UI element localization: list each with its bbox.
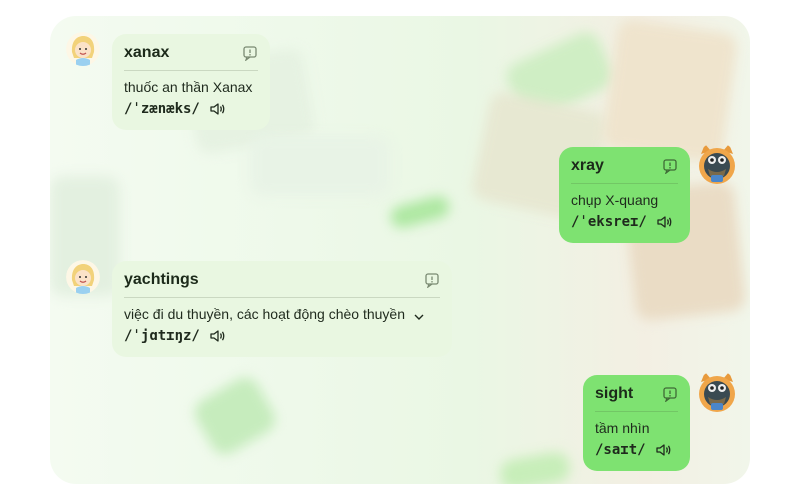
- vocab-meaning: chụp X-quang: [571, 192, 678, 208]
- vocab-meaning: việc đi du thuyền, các hoạt động chèo th…: [124, 306, 440, 322]
- cat-avatar-icon: [699, 144, 735, 184]
- phonetic-text: /ˈjɑtɪŋz/: [124, 328, 200, 344]
- message-header: sight: [595, 385, 678, 412]
- phonetic-row: /ˈzænæks/: [124, 101, 258, 117]
- vocab-word: sight: [595, 385, 634, 402]
- note-icon[interactable]: [662, 158, 678, 175]
- vocab-word: xanax: [124, 44, 170, 61]
- speaker-icon[interactable]: [210, 329, 226, 343]
- phonetic-row: /ˈjɑtɪŋz/: [124, 328, 440, 344]
- phonetic-row: /saɪt/: [595, 442, 678, 458]
- message-bubble[interactable]: sight tầm nhìn /saɪt/: [583, 375, 690, 471]
- speaker-icon[interactable]: [657, 215, 673, 229]
- vocab-meaning: tầm nhìn: [595, 420, 678, 436]
- phonetic-text: /ˈzænæks/: [124, 101, 200, 117]
- note-icon[interactable]: [662, 386, 678, 403]
- speaker-icon[interactable]: [210, 102, 226, 116]
- girl-avatar-icon: [66, 32, 100, 66]
- cat-avatar-icon: [699, 372, 735, 412]
- message-header: xanax: [124, 44, 258, 71]
- message-bubble[interactable]: xanax thuốc an thần Xanax /ˈzænæks/: [112, 34, 270, 130]
- background-blur-shape: [388, 193, 452, 231]
- bot-avatar: [66, 32, 100, 66]
- phonetic-text: /ˈeksreɪ/: [571, 214, 647, 230]
- vocab-word: xray: [571, 157, 604, 174]
- phonetic-text: /saɪt/: [595, 442, 646, 458]
- background-blur-shape: [497, 450, 573, 484]
- user-avatar: [696, 370, 738, 416]
- bot-avatar: [66, 260, 100, 294]
- chat-area: xanax thuốc an thần Xanax /ˈzænæks/ xray…: [50, 16, 750, 484]
- message-bubble[interactable]: yachtings việc đi du thuyền, các hoạt độ…: [112, 261, 452, 357]
- message-bubble[interactable]: xray chụp X-quang /ˈeksreɪ/: [559, 147, 690, 243]
- user-avatar: [696, 142, 738, 188]
- message-header: xray: [571, 157, 678, 184]
- note-icon[interactable]: [242, 45, 258, 62]
- meaning-text: thuốc an thần Xanax: [124, 79, 253, 95]
- speaker-icon[interactable]: [655, 443, 672, 457]
- background-blur-shape: [189, 372, 281, 460]
- note-icon[interactable]: [424, 272, 440, 289]
- meaning-text: tầm nhìn: [595, 420, 650, 436]
- meaning-text: việc đi du thuyền, các hoạt động chèo th…: [124, 306, 405, 322]
- background-blur-shape: [250, 136, 390, 196]
- phonetic-row: /ˈeksreɪ/: [571, 214, 678, 230]
- chevron-down-icon[interactable]: [413, 309, 425, 320]
- girl-avatar-icon: [66, 260, 100, 294]
- vocab-word: yachtings: [124, 271, 199, 288]
- meaning-text: chụp X-quang: [571, 192, 659, 208]
- vocab-meaning: thuốc an thần Xanax: [124, 79, 258, 95]
- message-header: yachtings: [124, 271, 440, 298]
